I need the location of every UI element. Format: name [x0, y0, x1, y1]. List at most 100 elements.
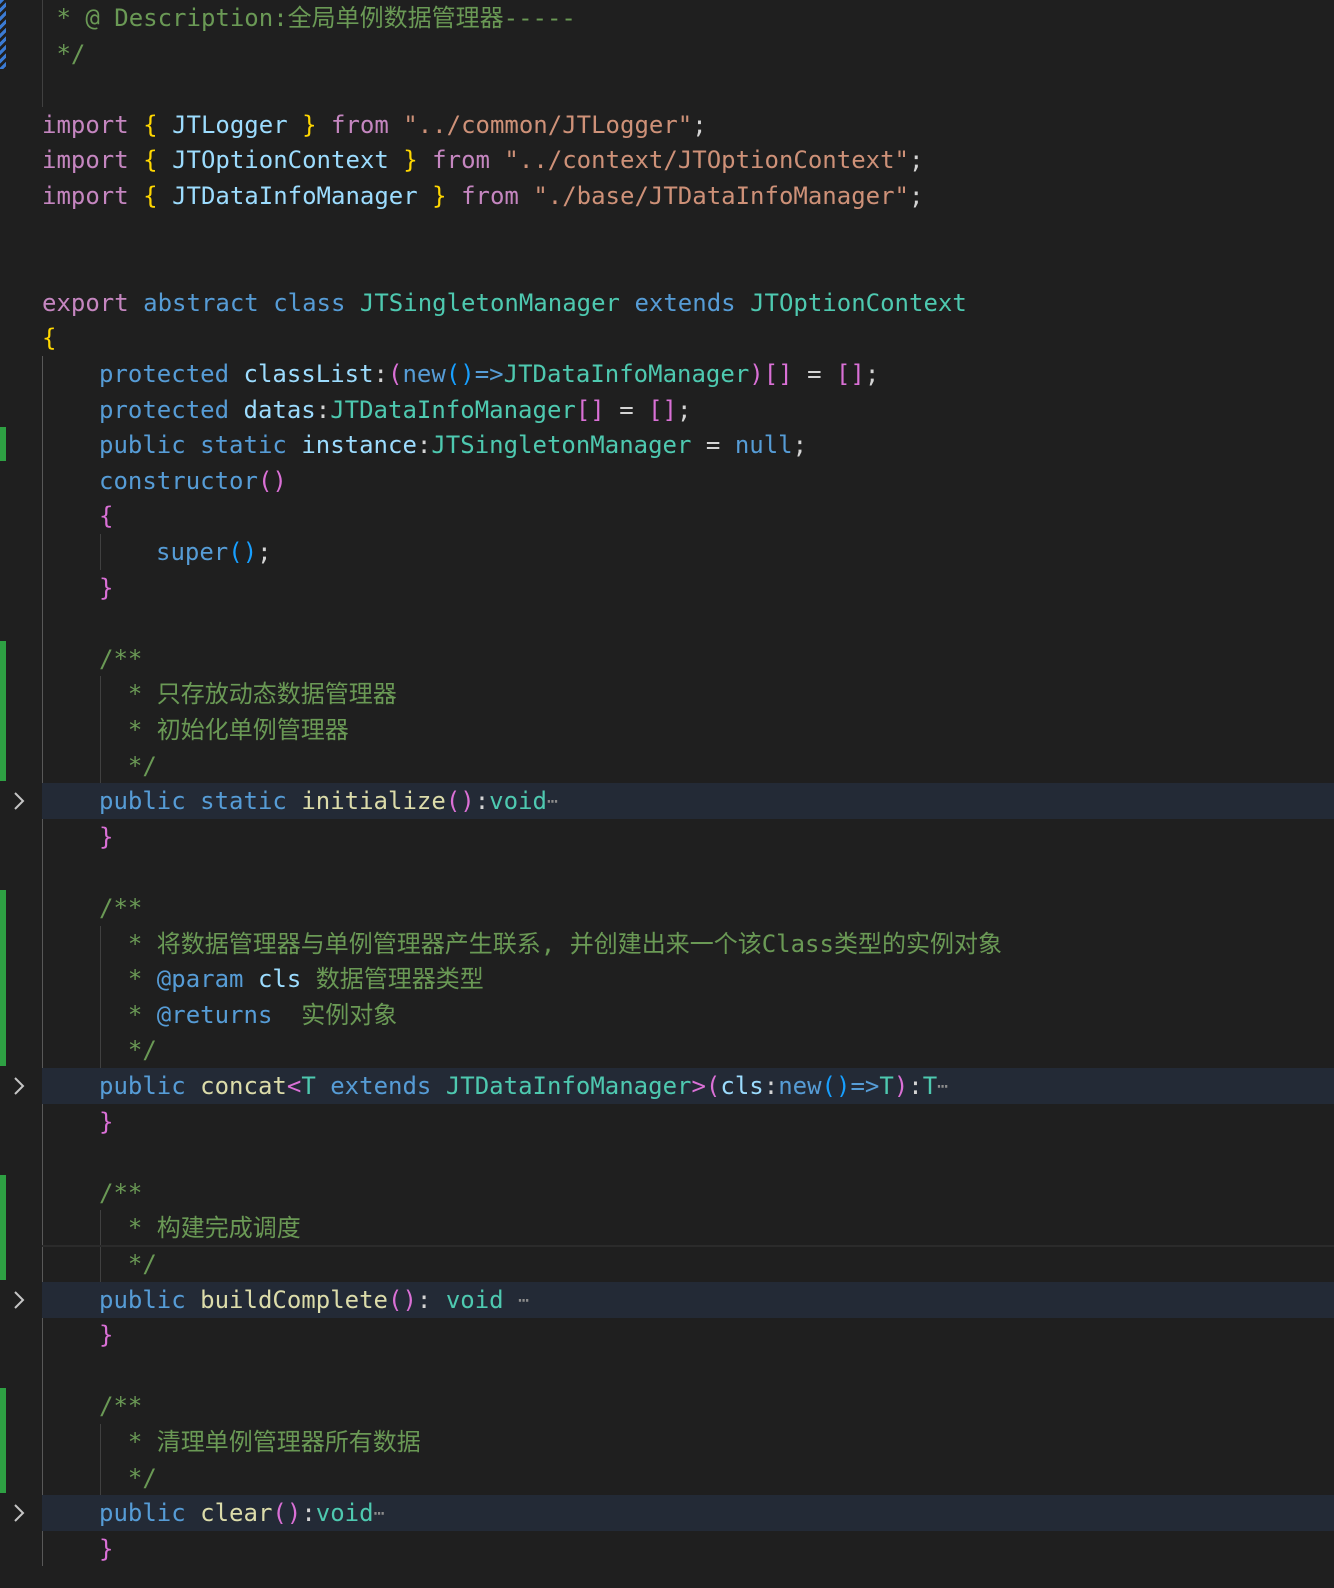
token-brace1: } — [302, 110, 317, 139]
token-keyword: from — [461, 182, 519, 210]
code-line[interactable]: * 只存放动态数据管理器 — [0, 676, 1334, 712]
code-text: * 只存放动态数据管理器 — [99, 676, 397, 712]
code-line[interactable]: import { JTDataInfoManager } from "./bas… — [0, 178, 1334, 214]
code-line[interactable]: * @returns 实例对象 — [0, 997, 1334, 1033]
code-line[interactable]: * @param cls 数据管理器类型 — [0, 961, 1334, 997]
code-line[interactable]: /** — [0, 890, 1334, 926]
code-line[interactable]: import { JTLogger } from "../common/JTLo… — [0, 107, 1334, 143]
ellipsis-icon[interactable]: ⋯ — [518, 1290, 529, 1311]
token-string: "./base/JTDataInfoManager" — [533, 182, 909, 210]
token-brace2: [] — [575, 395, 605, 424]
token-brace1: { — [143, 146, 158, 175]
code-line[interactable]: */ — [0, 1460, 1334, 1496]
code-line[interactable]: * @ Description:全局单例数据管理器----- — [0, 0, 1334, 36]
token-type: T — [879, 1072, 894, 1100]
ellipsis-icon[interactable]: ⋯ — [547, 791, 558, 812]
code-line[interactable]: /** — [0, 641, 1334, 677]
code-text: * @param cls 数据管理器类型 — [99, 961, 484, 997]
token-comment: * 初始化单例管理器 — [99, 716, 349, 744]
token-punct: = — [705, 431, 721, 460]
folded-code-line[interactable]: public concat<T extends JTDataInfoManage… — [42, 1068, 1334, 1104]
folded-code-line[interactable]: public static initialize():void⋯ — [42, 783, 1334, 820]
code-line[interactable]: import { JTOptionContext } from "../cont… — [0, 142, 1334, 178]
chevron-right-icon[interactable] — [8, 1282, 30, 1318]
token-var: instance — [301, 431, 417, 460]
code-line[interactable]: super(); — [0, 534, 1334, 570]
token-storage: class — [273, 288, 346, 317]
token-brace1: } — [432, 182, 447, 210]
code-line[interactable]: } — [0, 1531, 1334, 1567]
token-fn: concat — [200, 1072, 287, 1100]
token-comment: /** — [99, 1392, 143, 1421]
token-brace3: () — [228, 538, 258, 566]
code-line[interactable]: } — [0, 1317, 1334, 1353]
token-fn: buildComplete — [200, 1285, 388, 1314]
chevron-right-icon[interactable] — [8, 1068, 30, 1104]
code-text: public buildComplete(): void ⋯ — [99, 1282, 529, 1319]
code-editor[interactable]: * @ Description:全局单例数据管理器----- */ import … — [0, 0, 1334, 1588]
token-keyword: export — [42, 288, 129, 317]
token-storage: public — [99, 1072, 186, 1100]
token-storage: extends — [634, 288, 736, 317]
token-punct: ; — [257, 538, 272, 566]
code-line[interactable]: /** — [0, 1175, 1334, 1211]
code-text: /** — [99, 1388, 142, 1424]
code-line[interactable]: * 初始化单例管理器 — [0, 712, 1334, 748]
code-text: constructor() — [99, 463, 287, 499]
code-line[interactable]: } — [0, 819, 1334, 855]
token-brace2: ) — [749, 360, 764, 388]
code-line[interactable]: } — [0, 570, 1334, 606]
code-text: */ — [42, 36, 85, 72]
token-storage: abstract — [143, 288, 259, 317]
code-text: export abstract class JTSingletonManager… — [42, 285, 967, 321]
code-line[interactable]: protected classList:(new()=>JTDataInfoMa… — [0, 356, 1334, 392]
code-line[interactable]: * 清理单例管理器所有数据 — [0, 1424, 1334, 1460]
code-line[interactable]: */ — [0, 748, 1334, 784]
code-text: */ — [99, 748, 157, 784]
code-text: /** — [99, 641, 142, 677]
code-line[interactable]: { — [0, 498, 1334, 534]
token-brace2: } — [99, 573, 114, 602]
token-punct: = — [807, 360, 822, 388]
code-line[interactable]: protected datas:JTDataInfoManager[] = []… — [0, 392, 1334, 428]
code-line[interactable]: constructor() — [0, 463, 1334, 499]
token-storage: static — [200, 431, 287, 460]
ellipsis-icon[interactable]: ⋯ — [374, 1503, 385, 1524]
folded-code-line[interactable]: public clear():void⋯ — [42, 1495, 1334, 1532]
code-text: { — [42, 320, 56, 356]
code-line[interactable]: */ — [0, 36, 1334, 72]
token-punct: : — [908, 1072, 923, 1100]
code-text: public static initialize():void⋯ — [99, 783, 558, 820]
folded-code-line[interactable]: public buildComplete(): void ⋯ — [42, 1281, 1334, 1319]
ellipsis-icon[interactable]: ⋯ — [937, 1076, 948, 1097]
token-brace2: } — [99, 1321, 114, 1350]
token-storage: public — [99, 787, 186, 816]
code-line[interactable]: } — [0, 1104, 1334, 1140]
code-line[interactable]: public static instance:JTSingletonManage… — [0, 427, 1334, 463]
code-line[interactable]: { — [0, 320, 1334, 356]
code-line[interactable]: */ — [0, 1032, 1334, 1068]
code-line[interactable]: * 将数据管理器与单例管理器产生联系, 并创建出来一个该Class类型的实例对象 — [0, 926, 1334, 962]
chevron-right-icon[interactable] — [8, 1495, 30, 1531]
code-line[interactable]: */ — [0, 1246, 1334, 1282]
code-line[interactable]: /** — [0, 1388, 1334, 1424]
code-line[interactable]: export abstract class JTSingletonManager… — [0, 285, 1334, 321]
token-punct: ; — [692, 110, 707, 139]
chevron-right-icon[interactable] — [8, 783, 30, 819]
token-comment: 实例对象 — [272, 1000, 398, 1029]
code-line[interactable]: * 构建完成调度 — [0, 1210, 1334, 1246]
code-text: * @ Description:全局单例数据管理器----- — [42, 0, 575, 36]
